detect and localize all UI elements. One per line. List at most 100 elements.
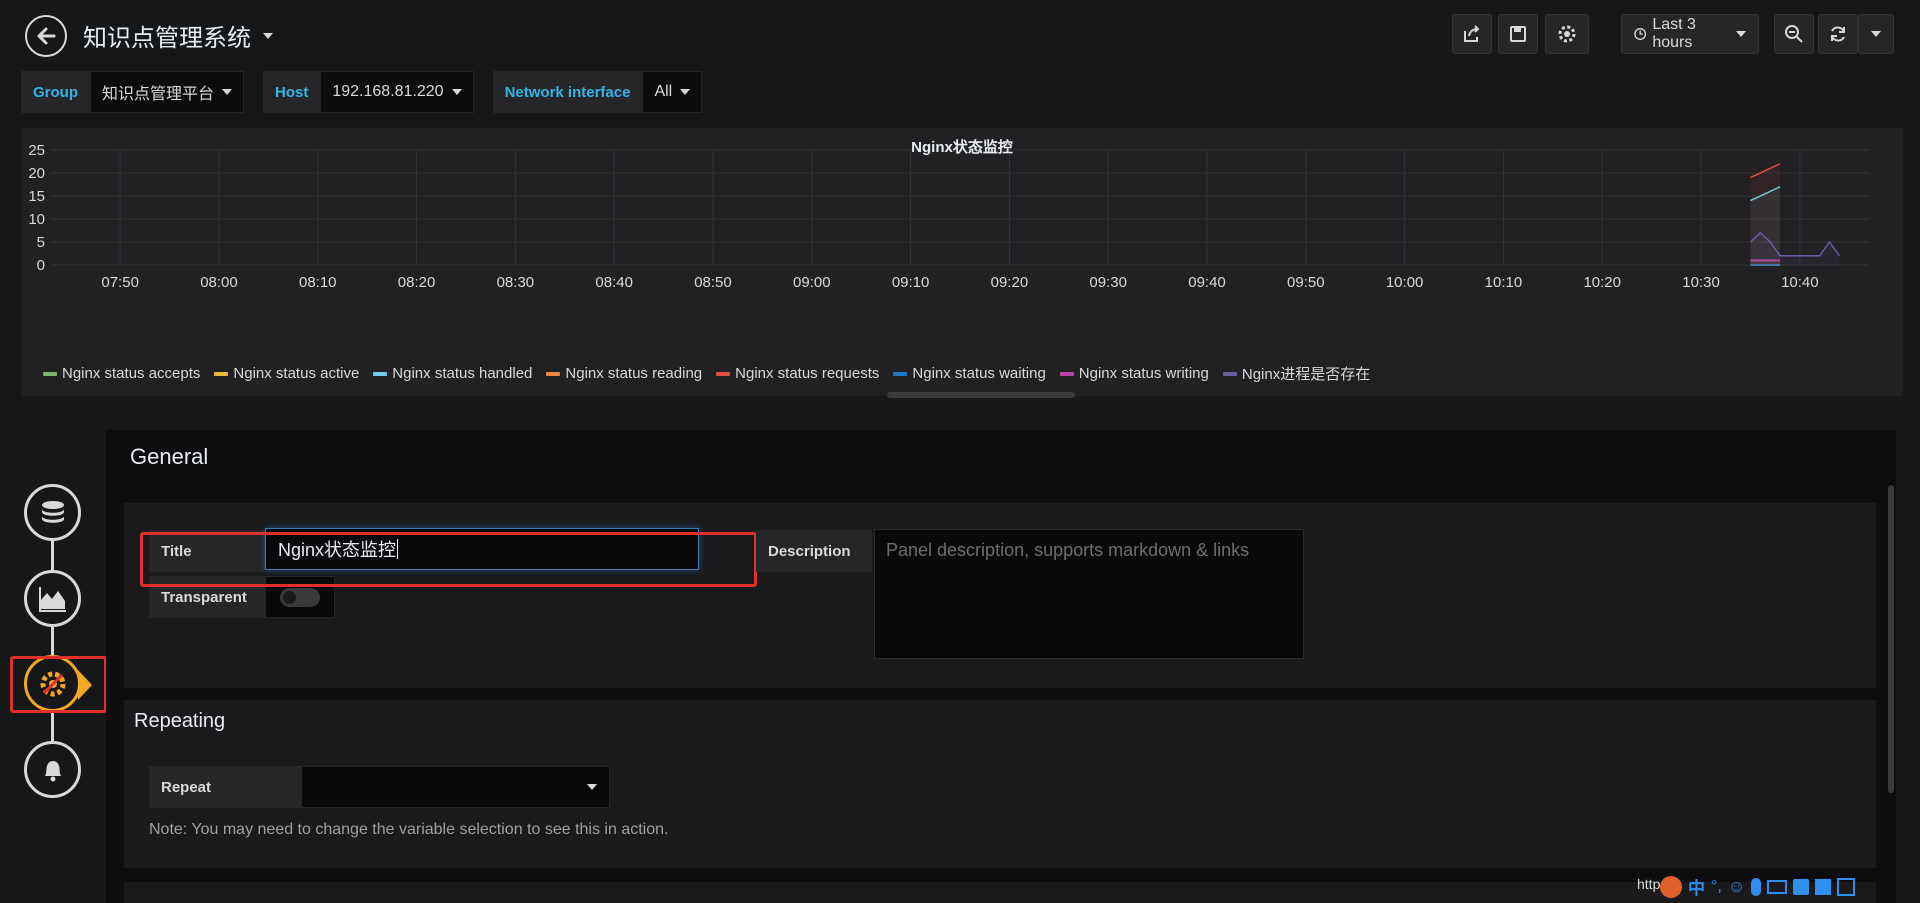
variable-group: Group 知识点管理平台 — [21, 71, 245, 113]
x-tick-label: 09:20 — [991, 274, 1029, 291]
microphone-icon[interactable] — [1751, 877, 1762, 896]
legend-swatch — [43, 371, 57, 376]
ime-mode-label[interactable]: 中 — [1688, 874, 1705, 899]
legend-item[interactable]: Nginx进程是否存在 — [1222, 363, 1371, 384]
legend-label: Nginx status active — [233, 365, 360, 382]
graph-panel[interactable]: 0 5 10 15 20 25 07:50 08:00 08:10 08:20 08:30 08:40… — [21, 128, 1903, 398]
legend-item[interactable]: Nginx status active — [214, 363, 359, 384]
zoom-out-button[interactable] — [1774, 14, 1814, 54]
share-dashboard-button[interactable] — [1452, 14, 1492, 54]
highlight-box-title — [140, 532, 757, 587]
caret-down-icon — [1871, 31, 1881, 37]
x-tick-label: 09:30 — [1089, 274, 1127, 291]
x-tick-label: 08:30 — [497, 274, 535, 291]
legend-item[interactable]: Nginx status reading — [546, 363, 702, 384]
time-picker-button[interactable]: Last 3 hours — [1621, 14, 1759, 54]
variable-network-interface-value: All — [654, 83, 673, 100]
variable-group-value: 知识点管理平台 — [102, 86, 215, 103]
legend-swatch — [546, 371, 561, 376]
caret-down-icon — [587, 784, 597, 790]
caret-down-icon — [680, 89, 691, 95]
punctuation-icon[interactable]: °, — [1711, 878, 1722, 896]
wizard-step-queries[interactable] — [24, 484, 81, 541]
save-icon — [1510, 26, 1526, 42]
highlight-box-wizard — [10, 656, 107, 713]
template-variables: Group 知识点管理平台 Host 192.168.81.220 Networ… — [21, 71, 703, 113]
x-tick-label: 08:10 — [299, 274, 337, 291]
arrow-left-icon — [37, 27, 56, 45]
variable-host-select[interactable]: 192.168.81.220 — [320, 71, 474, 113]
gear-icon — [1558, 25, 1576, 43]
legend-item[interactable]: Nginx status handled — [373, 363, 532, 384]
repeat-label: Repeat — [149, 766, 301, 808]
x-tick-label: 10:10 — [1485, 274, 1523, 291]
legend-label: Nginx status handled — [392, 365, 533, 382]
dashboard-settings-button[interactable] — [1545, 14, 1589, 54]
legend-label: Nginx status accepts — [62, 365, 201, 382]
keyboard-icon[interactable] — [1767, 879, 1788, 894]
series-area — [1750, 232, 1840, 265]
legend-item[interactable]: Nginx status writing — [1059, 363, 1209, 384]
legend-label: Nginx status writing — [1078, 365, 1209, 382]
variable-host: Host 192.168.81.220 — [263, 71, 474, 113]
variable-group-select[interactable]: 知识点管理平台 — [90, 71, 245, 113]
panel-resize-handle[interactable] — [887, 392, 1075, 398]
clock-icon — [1634, 28, 1647, 40]
y-tick-label: 15 — [28, 188, 45, 205]
save-dashboard-button[interactable] — [1498, 14, 1538, 54]
repeat-note: Note: You may need to change the variabl… — [149, 821, 669, 838]
legend-swatch — [214, 371, 229, 376]
transparent-toggle[interactable] — [280, 587, 320, 607]
editor-scrollbar[interactable] — [1888, 485, 1894, 793]
legend-label: Nginx status reading — [565, 365, 703, 382]
y-tick-label: 0 — [37, 257, 45, 274]
share-icon — [1464, 25, 1480, 42]
description-textarea[interactable]: Panel description, supports markdown & l… — [874, 529, 1304, 659]
toolbox-icon[interactable] — [1815, 878, 1832, 895]
legend-label: Nginx进程是否存在 — [1241, 366, 1371, 383]
wizard-step-visualization[interactable] — [24, 570, 81, 627]
caret-down-icon — [263, 32, 273, 39]
x-tick-label: 09:50 — [1287, 274, 1325, 291]
caret-down-icon — [1736, 31, 1746, 37]
legend-swatch — [1059, 371, 1074, 376]
x-tick-label: 08:40 — [595, 274, 633, 291]
legend-item[interactable]: Nginx status accepts — [43, 363, 200, 384]
x-tick-label: 10:40 — [1781, 274, 1819, 291]
x-tick-label: 08:50 — [694, 274, 732, 291]
legend-item[interactable]: Nginx status waiting — [893, 363, 1046, 384]
variable-host-value: 192.168.81.220 — [332, 83, 444, 100]
grid-menu-icon[interactable] — [1837, 877, 1856, 896]
dashboard-title-dropdown[interactable]: 知识点管理系统 — [83, 18, 273, 53]
wizard-step-alert[interactable] — [24, 741, 81, 798]
refresh-button[interactable] — [1818, 14, 1858, 54]
sogou-ime-icon[interactable] — [1660, 875, 1682, 898]
system-tray: 中 °, ☺ — [1660, 870, 1920, 903]
time-range-label: Last 3 hours — [1652, 16, 1696, 51]
panel-title: Nginx状态监控 — [911, 139, 1013, 156]
y-tick-label: 5 — [37, 234, 45, 251]
y-tick-label: 20 — [28, 165, 45, 182]
nginx-status-chart: 051015202507:50 08:00 08:10 08:20 08:30 08:40… — [28, 142, 1869, 291]
skin-icon[interactable] — [1793, 878, 1810, 895]
back-button[interactable] — [25, 15, 67, 57]
legend-item[interactable]: Nginx status requests — [716, 363, 879, 384]
area-chart-icon — [38, 586, 66, 612]
variable-network-interface-label: Network interface — [492, 71, 643, 113]
x-tick-label: 09:10 — [892, 274, 930, 291]
refresh-interval-dropdown[interactable] — [1858, 14, 1894, 54]
emoji-icon[interactable]: ☺ — [1728, 877, 1745, 897]
caret-down-icon — [222, 89, 233, 95]
x-tick-label: 08:20 — [398, 274, 436, 291]
variable-network-interface: Network interface All — [492, 71, 703, 113]
description-label: Description — [756, 530, 872, 572]
refresh-icon — [1831, 26, 1845, 42]
x-tick-label: 10:20 — [1583, 274, 1621, 291]
caret-down-icon — [451, 89, 462, 95]
description-placeholder: Panel description, supports markdown & l… — [886, 540, 1250, 560]
variable-network-interface-select[interactable]: All — [642, 71, 703, 113]
repeat-select[interactable] — [301, 766, 610, 808]
dashboard-title: 知识点管理系统 — [83, 25, 251, 52]
zoom-out-icon — [1785, 25, 1803, 43]
x-tick-label: 10:00 — [1386, 274, 1424, 291]
